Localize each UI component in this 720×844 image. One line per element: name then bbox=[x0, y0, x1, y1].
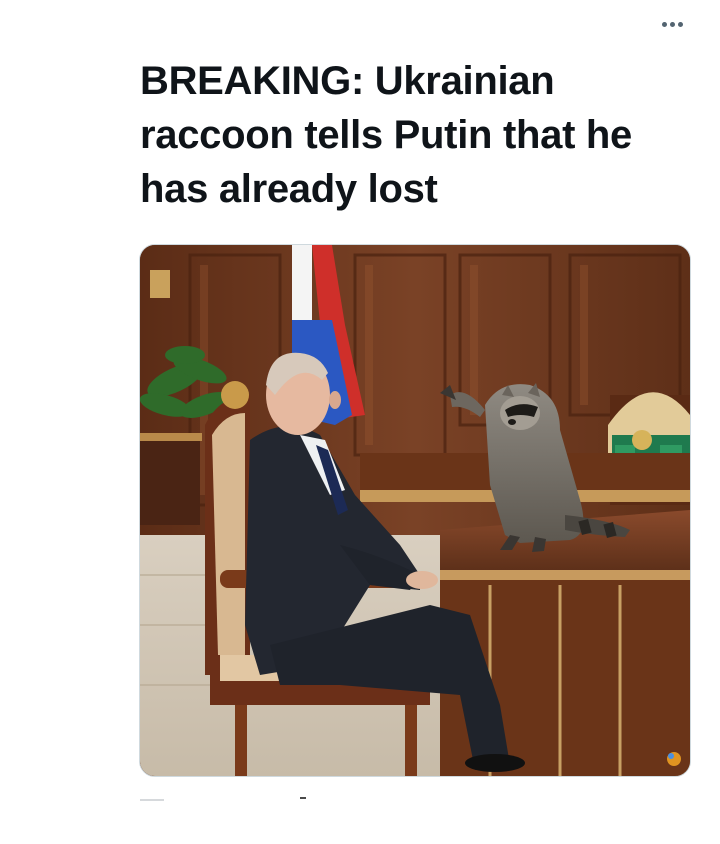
more-horizontal-icon bbox=[661, 21, 683, 27]
tweet-text-bold: Putin bbox=[393, 113, 493, 157]
truncated-next-line bbox=[140, 797, 306, 801]
tweet-text: BREAKING: Ukrainian raccoon tells Putin … bbox=[140, 54, 700, 216]
more-options-button[interactable] bbox=[652, 10, 692, 38]
tweet: BREAKING: Ukrainian raccoon tells Putin … bbox=[0, 0, 720, 844]
tweet-photo[interactable] bbox=[139, 244, 691, 777]
photo-image bbox=[140, 245, 690, 776]
